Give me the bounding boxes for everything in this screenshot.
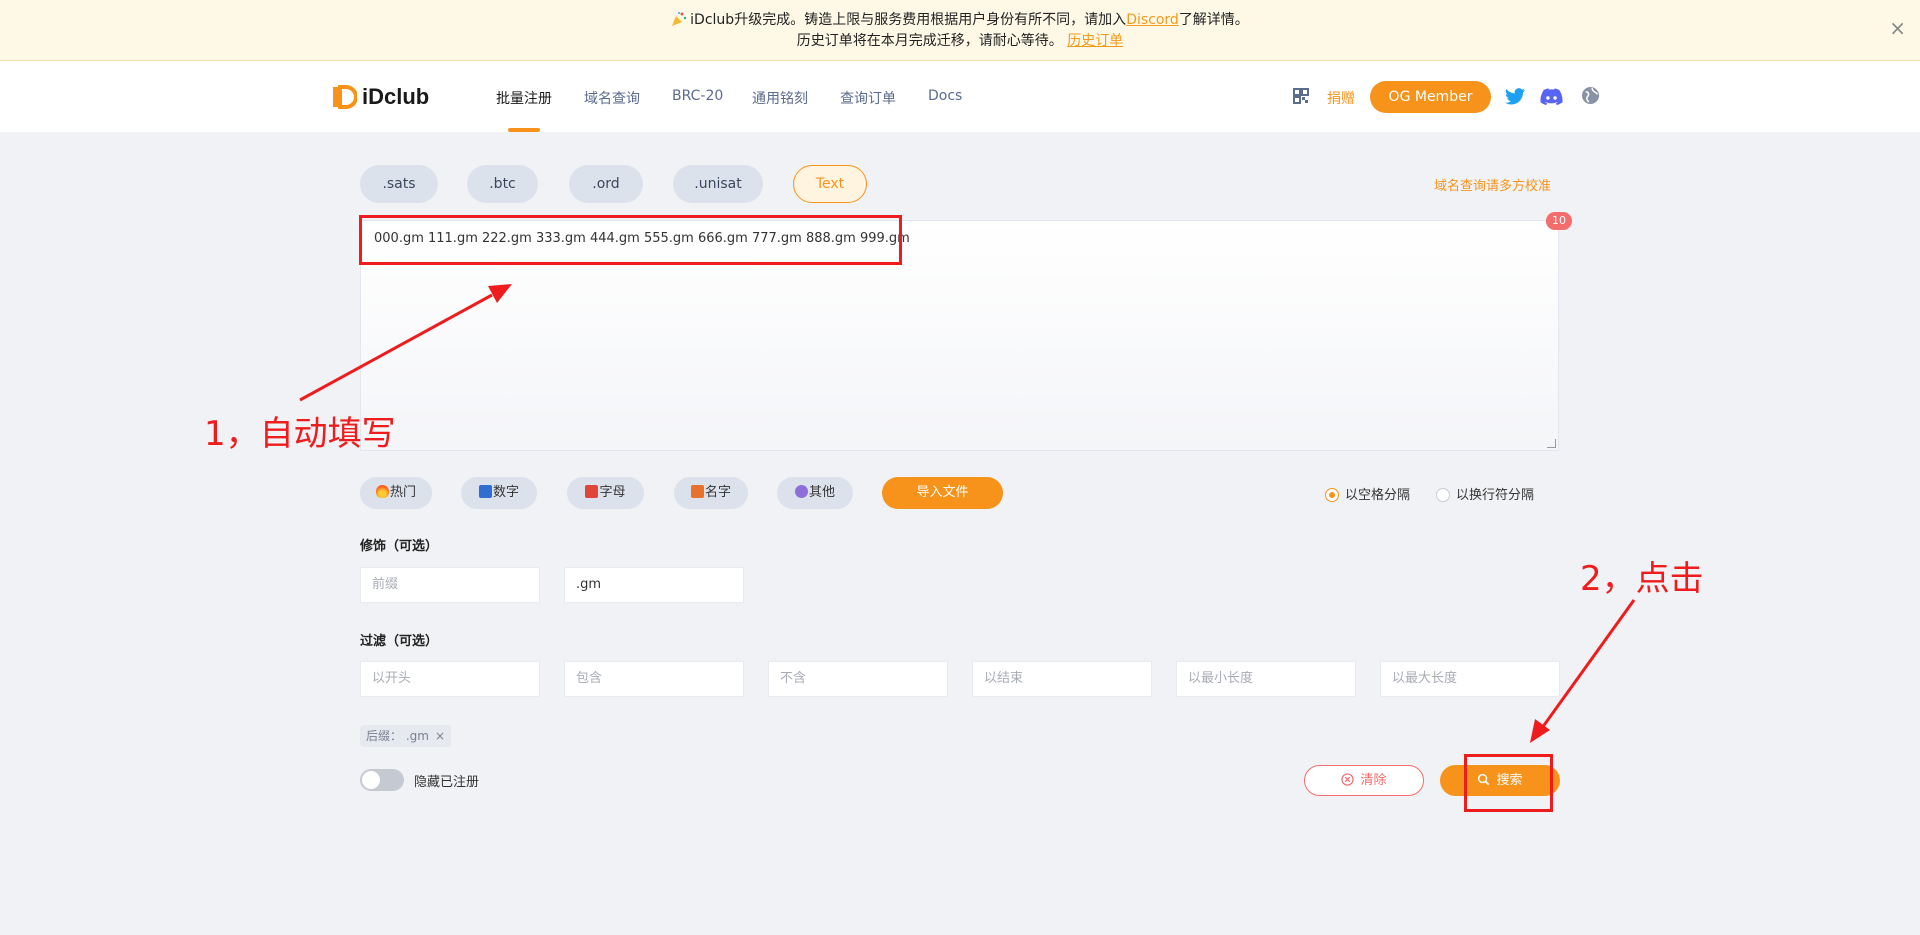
category-names-label: 名字 (704, 485, 731, 500)
tab-unisat[interactable]: .unisat (673, 165, 763, 203)
idclub-logo-icon (333, 85, 357, 109)
category-numbers[interactable]: 数字 (461, 477, 537, 509)
clear-circle-icon (1341, 773, 1355, 786)
twitter-icon[interactable] (1504, 87, 1526, 107)
category-letters[interactable]: 字母 (567, 477, 644, 509)
banner-line-1-suffix: 了解详情。 (1178, 12, 1249, 28)
logo-text: iDclub (362, 84, 430, 109)
remove-tag-icon[interactable]: × (435, 729, 445, 743)
radio-dot-selected (1325, 488, 1339, 502)
radio-space-separator[interactable]: 以空格分隔 (1325, 484, 1410, 503)
active-tab-indicator (508, 128, 540, 132)
prefix-input[interactable]: 前缀 (360, 567, 540, 603)
excludes-input[interactable]: 不含 (768, 661, 948, 697)
close-icon[interactable]: × (1889, 18, 1906, 38)
radio-space-label: 以空格分隔 (1345, 488, 1411, 503)
category-letters-label: 字母 (599, 485, 626, 500)
annotation-step1-text: 1，自动填写 (204, 414, 396, 454)
banner-line-2-text: 历史订单将在本月完成迁移，请耐心等待。 (796, 33, 1063, 49)
discord-link[interactable]: Discord (1126, 12, 1179, 28)
suffix-input[interactable]: .gm (564, 567, 744, 603)
category-numbers-label: 数字 (492, 485, 519, 500)
og-member-button[interactable]: OG Member (1370, 81, 1491, 113)
nav-query-orders[interactable]: 查询订单 (840, 88, 896, 108)
letters-icon (585, 485, 599, 498)
nav-general-inscribe[interactable]: 通用铭刻 (752, 88, 808, 108)
discord-icon[interactable] (1540, 88, 1563, 106)
nav-domain-lookup[interactable]: 域名查询 (584, 88, 640, 108)
annotation-textarea-box (359, 215, 902, 265)
clear-button-label: 清除 (1360, 773, 1387, 788)
radio-newline-label: 以换行符分隔 (1456, 488, 1535, 503)
globe-icon[interactable] (1581, 86, 1600, 105)
top-navigation: iDclub 批量注册 域名查询 BRC-20 通用铭刻 查询订单 Docs 捐… (0, 61, 1920, 132)
ends-with-input[interactable]: 以结束 (972, 661, 1152, 697)
filter-label: 过滤（可选） (360, 634, 439, 649)
annotation-arrow-2-head (1530, 719, 1550, 743)
donate-link[interactable]: 捐赠 (1327, 88, 1355, 108)
logo[interactable]: iDclub (331, 82, 429, 112)
suffix-filter-tag: 后缀： .gm × (360, 725, 451, 747)
nav-batch-register[interactable]: 批量注册 (496, 88, 552, 108)
category-hot-label: 热门 (389, 485, 416, 500)
banner-line-1: iDclub升级完成。铸造上限与服务费用根据用户身份有所不同，请加入Discor… (0, 10, 1920, 30)
category-other-label: 其他 (808, 485, 835, 500)
qr-code-icon[interactable] (1293, 88, 1309, 104)
contains-input[interactable]: 包含 (564, 661, 744, 697)
resize-handle[interactable] (1547, 439, 1556, 448)
decoration-label: 修饰（可选） (360, 539, 439, 554)
radio-newline-separator[interactable]: 以换行符分隔 (1436, 484, 1534, 503)
category-other[interactable]: 其他 (777, 477, 853, 509)
radio-dot (1436, 488, 1450, 502)
annotation-search-box (1464, 754, 1553, 812)
numbers-icon (478, 485, 492, 498)
domain-count-badge: 10 (1546, 212, 1572, 230)
hide-registered-toggle[interactable] (360, 769, 404, 791)
category-names[interactable]: 名字 (674, 477, 748, 509)
min-length-input[interactable]: 以最小长度 (1176, 661, 1356, 697)
category-hot[interactable]: 热门 (360, 477, 432, 509)
banner-line-1-text: iDclub升级完成。铸造上限与服务费用根据用户身份有所不同，请加入 (690, 12, 1127, 28)
annotation-arrows (299, 284, 1636, 743)
fire-icon (375, 485, 389, 498)
party-popper-icon (672, 12, 687, 26)
toggle-knob (362, 771, 380, 789)
tab-btc[interactable]: .btc (467, 165, 538, 203)
book-icon (690, 485, 704, 498)
banner-line-2: 历史订单将在本月完成迁移，请耐心等待。 历史订单 (0, 31, 1920, 51)
nav-docs[interactable]: Docs (928, 88, 962, 104)
starts-with-input[interactable]: 以开头 (360, 661, 540, 697)
import-file-button[interactable]: 导入文件 (882, 477, 1003, 509)
person-icon (794, 485, 808, 498)
hide-registered-label: 隐藏已注册 (414, 775, 480, 790)
verify-domain-link[interactable]: 域名查询请多方校准 (1434, 175, 1551, 194)
clear-button[interactable]: 清除 (1304, 765, 1424, 796)
suffix-tag-text: 后缀： .gm (366, 729, 429, 743)
tab-text[interactable]: Text (793, 165, 867, 203)
annotation-step2-text: 2，点击 (1580, 559, 1704, 599)
nav-brc20[interactable]: BRC-20 (672, 88, 723, 104)
max-length-input[interactable]: 以最大长度 (1380, 661, 1560, 697)
tab-sats[interactable]: .sats (360, 165, 438, 203)
history-orders-link[interactable]: 历史订单 (1067, 33, 1123, 49)
tab-ord[interactable]: .ord (569, 165, 643, 203)
announcement-banner: iDclub升级完成。铸造上限与服务费用根据用户身份有所不同，请加入Discor… (0, 0, 1920, 61)
